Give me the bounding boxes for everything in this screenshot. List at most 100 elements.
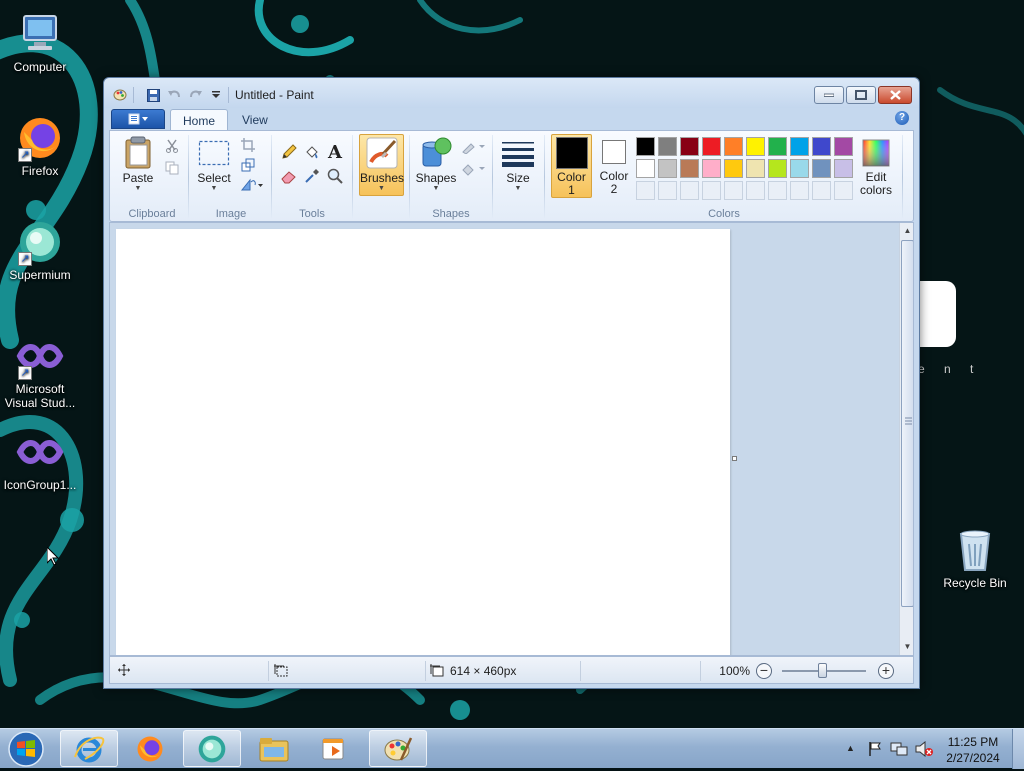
tab-home[interactable]: Home	[170, 109, 229, 130]
window-titlebar[interactable]: Untitled - Paint	[104, 78, 919, 108]
help-icon[interactable]: ?	[895, 111, 909, 125]
edit-colors-button[interactable]: Edit colors	[854, 135, 898, 197]
magnifier-tool[interactable]	[324, 165, 346, 187]
outline-button[interactable]	[460, 137, 488, 157]
network-icon[interactable]	[890, 741, 908, 757]
paint-app-icon[interactable]	[112, 87, 128, 103]
color-picker-tool[interactable]	[301, 165, 323, 187]
tab-view[interactable]: View	[230, 109, 280, 130]
palette-color-swatch[interactable]	[768, 137, 787, 156]
start-button[interactable]	[5, 730, 47, 768]
taskbar-supermium[interactable]	[183, 730, 241, 767]
vertical-scrollbar[interactable]: ▲ ▼	[899, 223, 913, 655]
desktop-icon-firefox[interactable]: ↗ Firefox	[0, 114, 80, 178]
palette-color-swatch[interactable]	[636, 137, 655, 156]
palette-color-swatch[interactable]	[746, 137, 765, 156]
pencil-tool[interactable]	[278, 141, 300, 163]
palette-custom-slot[interactable]	[724, 181, 743, 200]
resize-button[interactable]	[238, 155, 258, 175]
redo-button[interactable]	[188, 87, 204, 103]
palette-custom-slot[interactable]	[658, 181, 677, 200]
zoom-slider-thumb[interactable]	[818, 663, 827, 678]
rotate-button[interactable]	[238, 175, 266, 195]
canvas-size-icon	[430, 664, 444, 677]
palette-color-swatch[interactable]	[812, 137, 831, 156]
mouse-cursor-icon	[47, 547, 59, 566]
save-button[interactable]	[145, 87, 161, 103]
show-hidden-icons-button[interactable]: ▲	[846, 743, 855, 753]
desktop-icon-visual-studio[interactable]: ↗ Microsoft Visual Stud...	[0, 332, 80, 410]
paint-palette-icon	[384, 736, 413, 761]
canvas-resize-handle[interactable]	[732, 456, 737, 461]
palette-color-swatch[interactable]	[768, 159, 787, 178]
palette-color-swatch[interactable]	[702, 159, 721, 178]
zoom-out-button[interactable]: −	[756, 663, 772, 679]
crop-button[interactable]	[238, 135, 258, 155]
minimize-button[interactable]	[814, 86, 844, 104]
desktop-icon-supermium[interactable]: ↗ Supermium	[0, 218, 80, 282]
palette-color-swatch[interactable]	[790, 159, 809, 178]
palette-custom-slot[interactable]	[680, 181, 699, 200]
scrollbar-thumb[interactable]	[901, 240, 913, 607]
drawing-canvas[interactable]	[116, 229, 730, 655]
palette-custom-slot[interactable]	[812, 181, 831, 200]
fill-tool[interactable]	[301, 141, 323, 163]
palette-color-swatch[interactable]	[658, 137, 677, 156]
palette-color-swatch[interactable]	[636, 159, 655, 178]
palette-color-swatch[interactable]	[724, 137, 743, 156]
taskbar-internet-explorer[interactable]	[60, 730, 118, 767]
desktop-icon-recycle-bin[interactable]: Recycle Bin	[935, 526, 1015, 590]
desktop-icon-computer[interactable]: Computer	[0, 10, 80, 74]
palette-custom-slot[interactable]	[702, 181, 721, 200]
eraser-tool[interactable]	[278, 165, 300, 187]
edit-colors-label: Edit	[865, 170, 887, 184]
palette-color-swatch[interactable]	[680, 137, 699, 156]
palette-color-swatch[interactable]	[702, 137, 721, 156]
palette-color-swatch[interactable]	[680, 159, 699, 178]
color2-button[interactable]: Color 2	[594, 134, 634, 196]
taskbar-paint[interactable]	[369, 730, 427, 767]
cut-button[interactable]	[162, 136, 182, 156]
zoom-in-button[interactable]: +	[878, 663, 894, 679]
palette-color-swatch[interactable]	[658, 159, 677, 178]
taskbar-media-player[interactable]	[306, 730, 364, 767]
fill-button[interactable]	[460, 159, 488, 179]
taskbar-firefox[interactable]	[121, 730, 179, 767]
scroll-down-arrow-icon[interactable]: ▼	[900, 639, 913, 655]
palette-color-swatch[interactable]	[724, 159, 743, 178]
palette-custom-slot[interactable]	[790, 181, 809, 200]
customize-quick-access-button[interactable]	[208, 87, 224, 103]
dropdown-caret-icon: ▼	[210, 185, 218, 192]
size-button[interactable]: Size ▼	[498, 135, 538, 193]
palette-color-swatch[interactable]	[790, 137, 809, 156]
color1-number: 1	[568, 183, 575, 197]
text-tool[interactable]: A	[324, 141, 346, 163]
select-button[interactable]: Select ▼	[194, 135, 234, 193]
scroll-up-arrow-icon[interactable]: ▲	[900, 223, 913, 239]
paste-button[interactable]: Paste ▼	[118, 135, 158, 193]
taskbar-file-explorer[interactable]	[245, 730, 303, 767]
palette-custom-slot[interactable]	[636, 181, 655, 200]
copy-button[interactable]	[162, 158, 182, 178]
close-button[interactable]	[878, 86, 912, 104]
maximize-button[interactable]	[846, 86, 876, 104]
palette-color-swatch[interactable]	[834, 159, 853, 178]
internet-explorer-icon	[74, 736, 105, 762]
palette-color-swatch[interactable]	[746, 159, 765, 178]
paint-menu-button[interactable]	[111, 109, 165, 129]
palette-color-swatch[interactable]	[834, 137, 853, 156]
taskbar: ▲ 11:25 PM 2/27/2024	[0, 728, 1024, 769]
shapes-button[interactable]: Shapes ▼	[414, 135, 458, 193]
show-desktop-button[interactable]	[1012, 729, 1024, 769]
desktop-icon-icongroup[interactable]: IconGroup1...	[0, 428, 80, 492]
palette-color-swatch[interactable]	[812, 159, 831, 178]
volume-muted-icon[interactable]	[915, 741, 933, 757]
palette-custom-slot[interactable]	[834, 181, 853, 200]
undo-button[interactable]	[166, 87, 182, 103]
taskbar-clock[interactable]: 11:25 PM 2/27/2024	[936, 734, 1010, 766]
action-center-flag-icon[interactable]	[867, 741, 883, 757]
color1-button[interactable]: Color 1	[551, 134, 592, 198]
palette-custom-slot[interactable]	[746, 181, 765, 200]
brushes-button[interactable]: Brushes ▼	[359, 134, 404, 196]
palette-custom-slot[interactable]	[768, 181, 787, 200]
